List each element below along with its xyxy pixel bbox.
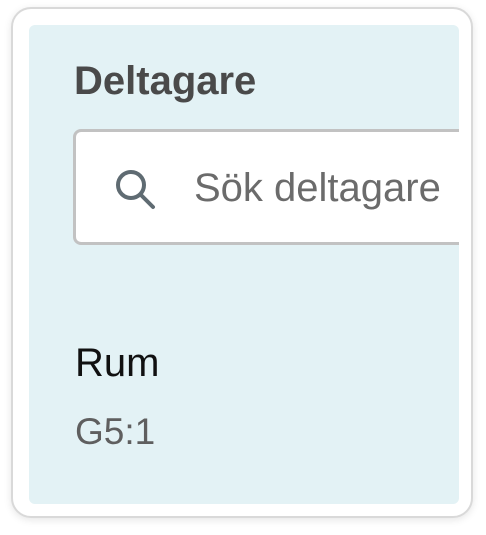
participants-title: Deltagare — [74, 59, 257, 103]
participant-search-input[interactable] — [194, 156, 459, 220]
room-label: Rum — [75, 341, 160, 385]
participants-panel: Deltagare Rum G5:1 — [29, 25, 459, 504]
room-value: G5:1 — [75, 411, 156, 452]
search-icon — [114, 168, 156, 210]
participant-search-box[interactable] — [73, 129, 459, 245]
participants-card: Deltagare Rum G5:1 — [11, 7, 473, 518]
